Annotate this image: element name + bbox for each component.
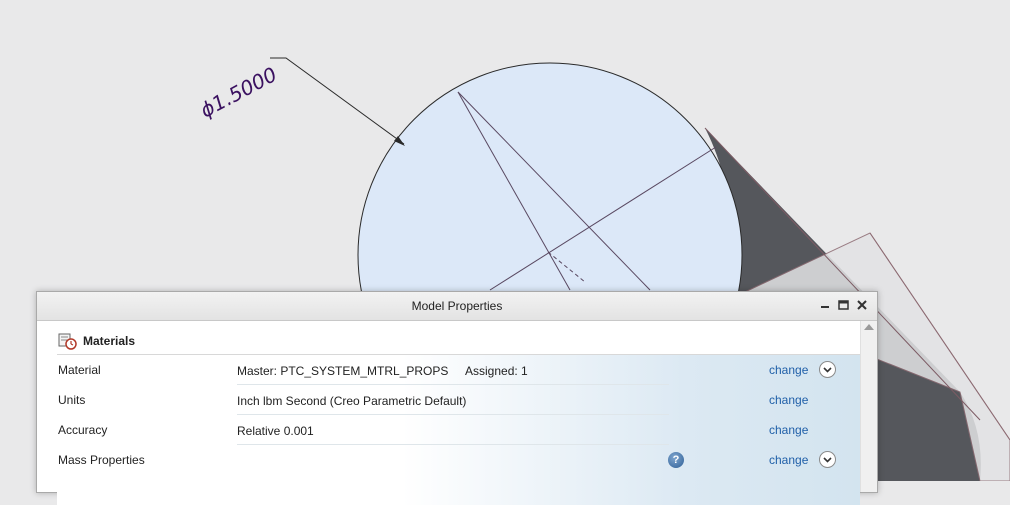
materials-section-header[interactable]: Materials bbox=[57, 331, 135, 351]
model-properties-dialog: Model Properties Materials Material Mast… bbox=[36, 291, 878, 505]
dialog-title: Model Properties bbox=[411, 299, 503, 313]
maximize-button[interactable] bbox=[835, 297, 851, 313]
property-name: Units bbox=[58, 393, 86, 407]
table-row: Mass Properties ? change bbox=[57, 445, 860, 475]
table-row: Material Master: PTC_SYSTEM_MTRL_PROPS A… bbox=[57, 355, 860, 385]
close-icon bbox=[857, 300, 867, 310]
table-row: Units Inch lbm Second (Creo Parametric D… bbox=[57, 385, 860, 415]
section-title: Materials bbox=[83, 334, 136, 348]
chevron-down-icon bbox=[823, 456, 832, 463]
table-row: Accuracy Relative 0.001 change bbox=[57, 415, 860, 445]
dialog-content: Materials Material Master: PTC_SYSTEM_MT… bbox=[37, 321, 860, 505]
dialog-titlebar[interactable]: Model Properties bbox=[37, 292, 877, 321]
scroll-up-arrow-icon[interactable] bbox=[864, 324, 874, 330]
chevron-down-icon bbox=[823, 366, 832, 373]
vertical-scrollbar[interactable] bbox=[860, 321, 877, 492]
property-name: Material bbox=[58, 363, 101, 377]
property-value: Master: PTC_SYSTEM_MTRL_PROPS bbox=[237, 364, 449, 378]
diameter-dimension[interactable]: ϕ1.5000 bbox=[196, 62, 281, 122]
maximize-icon bbox=[837, 300, 849, 310]
dimension-leader bbox=[270, 57, 405, 145]
materials-icon bbox=[58, 333, 77, 350]
expand-material-button[interactable] bbox=[819, 361, 836, 378]
change-units-link[interactable]: change bbox=[769, 393, 808, 407]
change-material-link[interactable]: change bbox=[769, 363, 808, 377]
close-button[interactable] bbox=[854, 297, 870, 313]
property-name: Accuracy bbox=[58, 423, 108, 437]
assigned-count: Assigned: 1 bbox=[465, 364, 528, 378]
minimize-icon bbox=[821, 306, 829, 308]
property-name: Mass Properties bbox=[58, 453, 145, 467]
expand-mass-properties-button[interactable] bbox=[819, 451, 836, 468]
change-mass-properties-link[interactable]: change bbox=[769, 453, 808, 467]
property-value: Inch lbm Second (Creo Parametric Default… bbox=[237, 394, 467, 408]
minimize-button[interactable] bbox=[817, 297, 833, 313]
change-accuracy-link[interactable]: change bbox=[769, 423, 808, 437]
materials-properties-table: Material Master: PTC_SYSTEM_MTRL_PROPS A… bbox=[57, 355, 860, 505]
property-value: Relative 0.001 bbox=[237, 424, 314, 438]
help-icon[interactable]: ? bbox=[668, 452, 684, 468]
